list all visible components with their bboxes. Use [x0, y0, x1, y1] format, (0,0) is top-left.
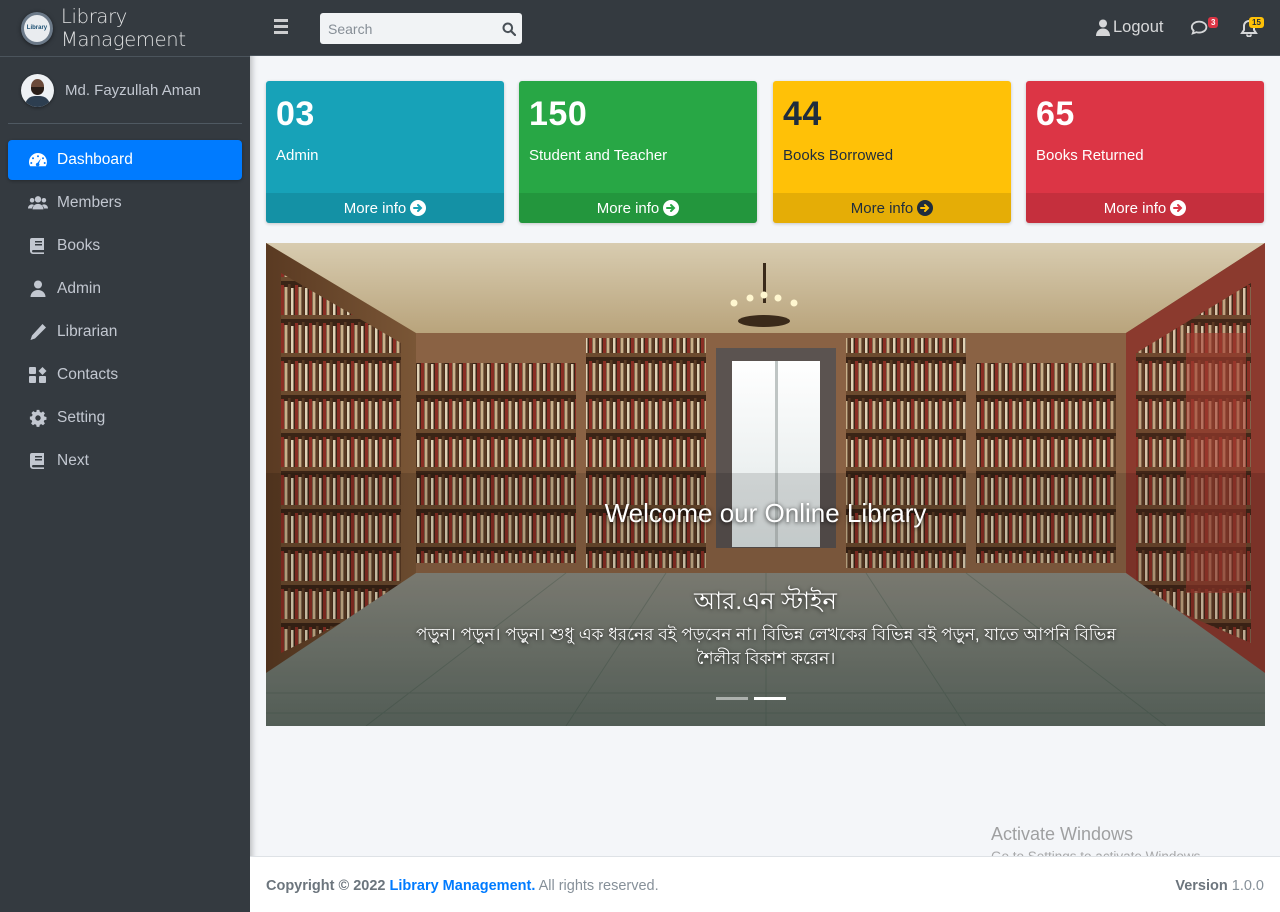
stat-value: 03 [276, 95, 315, 133]
stat-box-admin: 03 Admin More info [266, 81, 504, 223]
gear-icon [27, 408, 49, 428]
brand-link[interactable]: Library Library Management [0, 0, 250, 57]
user-icon [1096, 19, 1110, 36]
comments-icon [1190, 20, 1208, 35]
sidebar-item-next[interactable]: Next [8, 441, 242, 481]
messages-badge: 3 [1208, 17, 1219, 28]
more-info-link[interactable]: More info [1026, 193, 1264, 223]
messages-button[interactable]: 3 [1190, 17, 1219, 42]
sidebar-item-contacts[interactable]: Contacts [8, 355, 242, 395]
sidebar-item-label: Librarian [57, 323, 118, 340]
arrow-circle-right-icon [917, 200, 934, 216]
top-navbar: Logout 3 15 [250, 0, 1280, 56]
carousel-indicators [713, 697, 789, 700]
more-info-link[interactable]: More info [773, 193, 1011, 223]
stat-label: Books Returned [1036, 147, 1144, 164]
sidebar-item-admin[interactable]: Admin [8, 269, 242, 309]
version-info: Version 1.0.0 [1175, 878, 1264, 894]
stat-value: 44 [783, 95, 822, 133]
version-label: Version [1175, 878, 1228, 894]
more-info-label: More info [850, 199, 914, 217]
stat-value: 150 [529, 95, 588, 133]
carousel-indicator-2[interactable] [754, 697, 786, 700]
sidebar-item-label: Dashboard [57, 151, 133, 168]
notifications-badge: 15 [1249, 17, 1264, 28]
more-info-label: More info [596, 199, 660, 217]
more-info-link[interactable]: More info [519, 193, 757, 223]
menu-toggle-icon[interactable] [274, 19, 288, 37]
book-icon [27, 451, 49, 471]
stat-box-returned: 65 Books Returned More info [1026, 81, 1264, 223]
sidebar-item-dashboard[interactable]: Dashboard [8, 140, 242, 180]
stat-label: Admin [276, 147, 319, 164]
stat-label: Student and Teacher [529, 147, 668, 164]
pencil-icon [27, 322, 49, 342]
user-name[interactable]: Md. Fayzullah Aman [65, 82, 201, 99]
avatar [21, 73, 54, 107]
tachometer-icon [27, 150, 49, 170]
sidebar-item-label: Setting [57, 409, 106, 426]
copyright: Copyright © 2022 Library Management. All… [266, 878, 659, 894]
sidebar-item-label: Books [57, 237, 101, 254]
address-book-icon [27, 365, 49, 385]
stat-value: 65 [1036, 95, 1075, 133]
activate-windows-title: Activate Windows [991, 824, 1134, 844]
more-info-label: More info [1103, 199, 1167, 217]
footer-brand-link[interactable]: Library Management. [390, 878, 536, 894]
logout-label: Logout [1113, 18, 1164, 36]
search-form [320, 13, 522, 44]
user-icon [27, 279, 49, 299]
sidebar-item-setting[interactable]: Setting [8, 398, 242, 438]
notifications-button[interactable]: 15 [1240, 17, 1264, 42]
library-carousel[interactable]: Welcome our Online Library আর.এন স্টাইন … [266, 243, 1265, 726]
search-input[interactable] [320, 13, 496, 44]
more-info-label: More info [343, 199, 407, 217]
stat-box-borrowed: 44 Books Borrowed More info [773, 81, 1011, 223]
logout-button[interactable]: Logout [1096, 18, 1163, 37]
search-button[interactable] [496, 13, 522, 44]
sidebar-item-label: Next [57, 452, 89, 469]
page-footer: Copyright © 2022 Library Management. All… [250, 856, 1280, 912]
sidebar-item-label: Members [57, 194, 122, 211]
brand-logo: Library [21, 11, 53, 45]
copyright-prefix: Copyright © 2022 [266, 878, 386, 894]
stat-label: Books Borrowed [783, 147, 894, 164]
arrow-circle-right-icon [410, 200, 427, 216]
search-icon [502, 22, 516, 36]
copyright-rights: All rights reserved. [538, 878, 659, 894]
carousel-text: পড়ুন। পড়ুন। পড়ুন। শুধু এক ধরনের বই পড… [415, 625, 1117, 668]
more-info-link[interactable]: More info [266, 193, 504, 223]
carousel-title: Welcome our Online Library [604, 498, 927, 528]
sidebar-item-label: Contacts [57, 366, 119, 383]
user-panel[interactable]: Md. Fayzullah Aman [8, 57, 242, 124]
carousel-subtitle: আর.এন স্টাইন [694, 588, 837, 615]
arrow-circle-right-icon [1170, 200, 1187, 216]
carousel-indicator-1[interactable] [716, 697, 748, 700]
stat-box-members: 150 Student and Teacher More info [519, 81, 757, 223]
sidebar-item-members[interactable]: Members [8, 183, 242, 223]
sidebar-item-librarian[interactable]: Librarian [8, 312, 242, 352]
sidebar: Library Library Management Md. Fayzullah… [0, 0, 250, 912]
book-icon [27, 236, 49, 256]
arrow-circle-right-icon [663, 200, 680, 216]
users-icon [27, 193, 49, 213]
sidebar-nav: Dashboard Members Books Admin Librarian [0, 140, 250, 481]
sidebar-item-books[interactable]: Books [8, 226, 242, 266]
version-value: 1.0.0 [1231, 878, 1264, 894]
sidebar-item-label: Admin [57, 280, 101, 297]
brand-name: Library Management [60, 5, 186, 51]
